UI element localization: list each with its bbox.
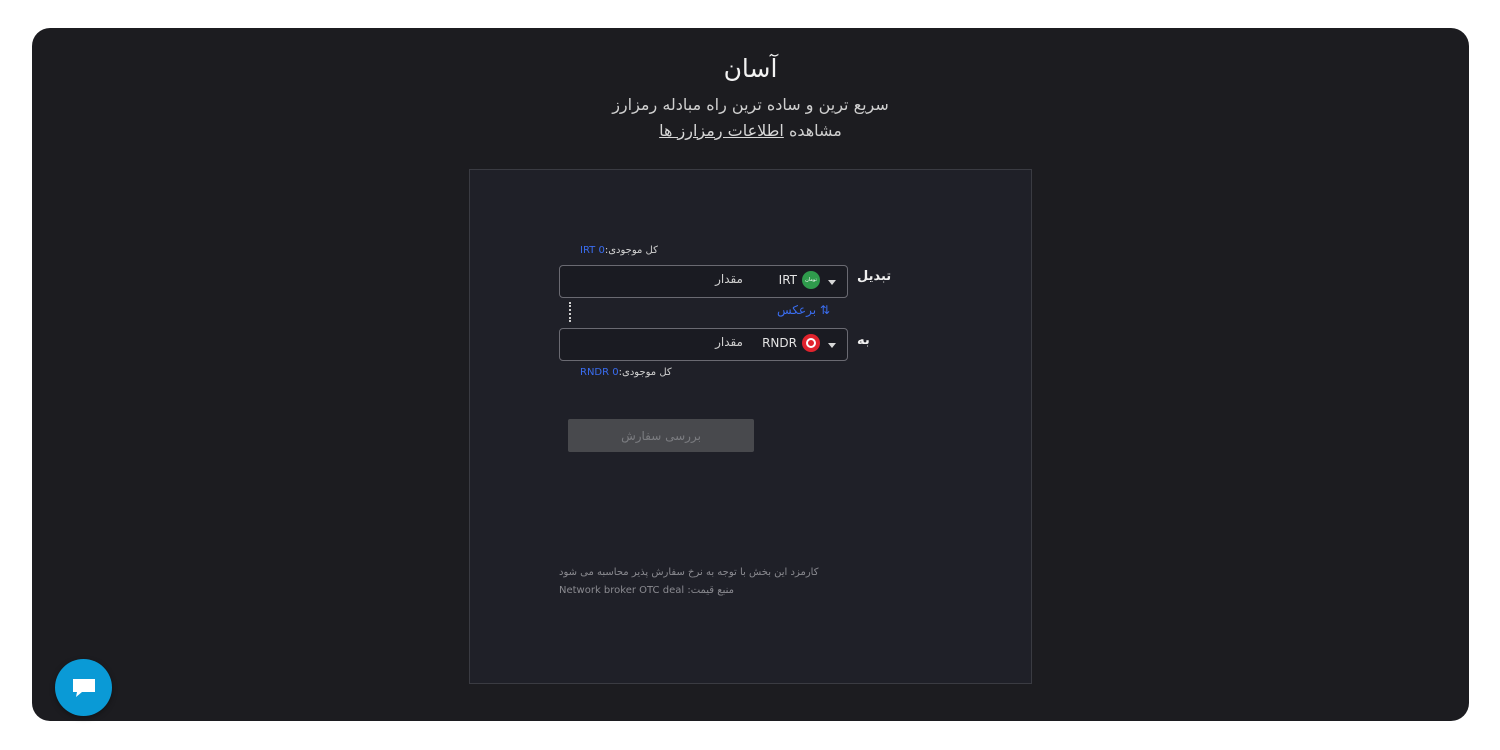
from-balance-value[interactable]: IRT 0 bbox=[580, 245, 605, 256]
price-source: منبع قیمت: Network broker OTC deal bbox=[559, 585, 734, 596]
divider-dots bbox=[569, 302, 571, 322]
chat-bubble-icon bbox=[72, 678, 95, 697]
info-prefix: مشاهده bbox=[788, 121, 842, 140]
page-title: آسان bbox=[723, 54, 778, 83]
to-balance-label: کل موجودی: bbox=[618, 367, 672, 378]
app-window: آسان سریع ترین و ساده ترین راه مبادله رم… bbox=[32, 28, 1469, 721]
from-amount-field[interactable]: مقدار IRT تومان bbox=[559, 265, 848, 298]
to-amount-input[interactable]: مقدار bbox=[715, 335, 743, 349]
page-subtitle: سریع ترین و ساده ترین راه مبادله رمزارز bbox=[612, 95, 889, 114]
exchange-card: کل موجودی:IRT 0 تبدیل مقدار IRT تومان ⇅ … bbox=[469, 169, 1032, 684]
from-currency-select[interactable]: IRT تومان bbox=[779, 271, 820, 289]
to-amount-field[interactable]: مقدار RNDR bbox=[559, 328, 848, 361]
swap-label: برعکس bbox=[777, 303, 817, 317]
to-currency-select[interactable]: RNDR bbox=[762, 334, 820, 352]
from-balance-label: کل موجودی: bbox=[604, 245, 658, 256]
from-balance: کل موجودی:IRT 0 bbox=[580, 245, 658, 256]
from-amount-input[interactable]: مقدار bbox=[715, 272, 743, 286]
crypto-info-link[interactable]: اطلاعات رمزارز ها bbox=[659, 121, 784, 140]
fee-note: کارمزد این بخش با توجه به نرخ سفارش پذیر… bbox=[559, 567, 819, 578]
swap-icon: ⇅ bbox=[819, 303, 830, 317]
rndr-icon bbox=[802, 334, 820, 352]
chat-button[interactable] bbox=[55, 659, 112, 716]
info-line: مشاهده اطلاعات رمزارز ها bbox=[32, 121, 1469, 140]
from-label: تبدیل bbox=[857, 269, 892, 284]
toman-icon: تومان bbox=[802, 271, 820, 289]
to-currency-code: RNDR bbox=[762, 336, 797, 350]
to-label: به bbox=[857, 333, 870, 348]
to-balance-value[interactable]: RNDR 0 bbox=[580, 367, 619, 378]
swap-button[interactable]: ⇅ برعکس bbox=[777, 303, 830, 317]
chevron-down-icon[interactable] bbox=[828, 280, 836, 285]
to-balance: کل موجودی:RNDR 0 bbox=[580, 367, 672, 378]
from-currency-code: IRT bbox=[778, 273, 797, 287]
chevron-down-icon[interactable] bbox=[828, 343, 836, 348]
review-order-button[interactable]: بررسی سفارش bbox=[568, 419, 754, 452]
